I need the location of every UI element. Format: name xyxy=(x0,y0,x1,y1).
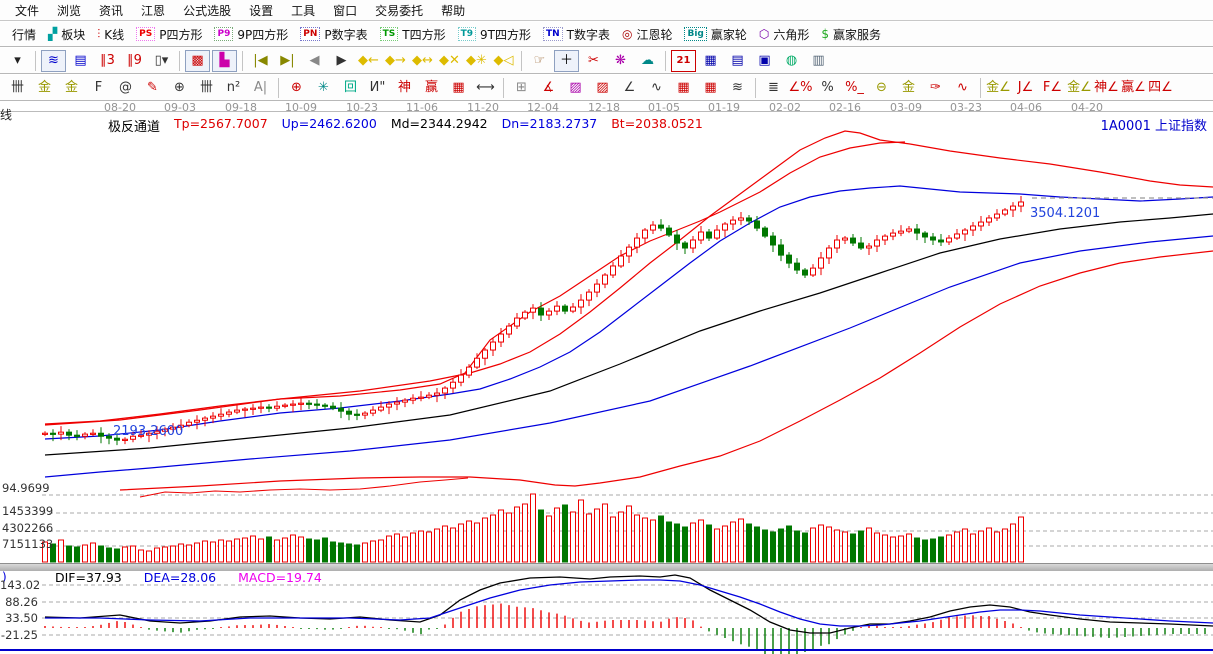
indicator-value: Dn=2183.2737 xyxy=(502,116,598,131)
bottom-pane-border xyxy=(0,649,1213,651)
macd-axis-label: -21.25 xyxy=(0,628,38,642)
date-tick-03-09: 03-09 xyxy=(890,101,922,114)
macd-axis-label: 88.26 xyxy=(0,595,38,609)
macd-axis-label: 33.50 xyxy=(0,611,38,625)
symbol-label: 1A0001 上证指数 xyxy=(1101,115,1207,134)
last-price-label: 3504.1201 xyxy=(1030,206,1100,221)
date-tick-11-20: 11-20 xyxy=(467,101,499,114)
start-price-label: 2193.2600 xyxy=(113,424,183,439)
macd-value: DIF=37.93 xyxy=(55,570,122,585)
macd-value: MACD=19.74 xyxy=(238,570,322,585)
date-tick-02-16: 02-16 xyxy=(829,101,861,114)
volume-axis-label: 4302266 xyxy=(2,521,53,535)
date-tick-01-19: 01-19 xyxy=(708,101,740,114)
volume-axis-label: 7151133 xyxy=(2,537,53,551)
trading-app-window: 文件浏览资讯江恩公式选股设置工具窗口交易委托帮助 行情▞板块⫶K线PSP四方形P… xyxy=(0,0,1213,654)
date-tick-04-06: 04-06 xyxy=(1010,101,1042,114)
date-tick-09-03: 09-03 xyxy=(164,101,196,114)
date-tick-08-20: 08-20 xyxy=(104,101,136,114)
indicator-value: Bt=2038.0521 xyxy=(611,116,703,131)
date-tick-02-02: 02-02 xyxy=(769,101,801,114)
indicator-value: Tp=2567.7007 xyxy=(174,116,268,131)
macd-value: DEA=28.06 xyxy=(144,570,216,585)
date-tick-11-06: 11-06 xyxy=(406,101,438,114)
indicator-value: Up=2462.6200 xyxy=(282,116,377,131)
clipped-left-tab-label: 线 xyxy=(0,106,12,123)
indicator-header: 极反通道 Tp=2567.7007 Up=2462.6200 Md=2344.294… xyxy=(108,116,717,135)
date-tick-12-18: 12-18 xyxy=(588,101,620,114)
macd-axis-label: 143.02 xyxy=(0,578,38,592)
macd-header: DIF=37.93 DEA=28.06 MACD=19.74 xyxy=(55,570,322,585)
date-tick-04-20: 04-20 xyxy=(1071,101,1103,114)
date-tick-09-18: 09-18 xyxy=(225,101,257,114)
date-tick-03-23: 03-23 xyxy=(950,101,982,114)
date-tick-12-04: 12-04 xyxy=(527,101,559,114)
date-tick-10-09: 10-09 xyxy=(285,101,317,114)
date-tick-10-23: 10-23 xyxy=(346,101,378,114)
date-tick-01-05: 01-05 xyxy=(648,101,680,114)
volume-axis-label: 1453399 xyxy=(2,504,53,518)
indicator-value: Md=2344.2942 xyxy=(391,116,488,131)
indicator-name: 极反通道 xyxy=(108,116,160,135)
kline-chart-canvas[interactable] xyxy=(0,0,1213,654)
indicator-values: Tp=2567.7007 Up=2462.6200 Md=2344.2942 Dn=2… xyxy=(174,116,717,135)
volume-axis-label: 94.9699 xyxy=(2,481,50,495)
